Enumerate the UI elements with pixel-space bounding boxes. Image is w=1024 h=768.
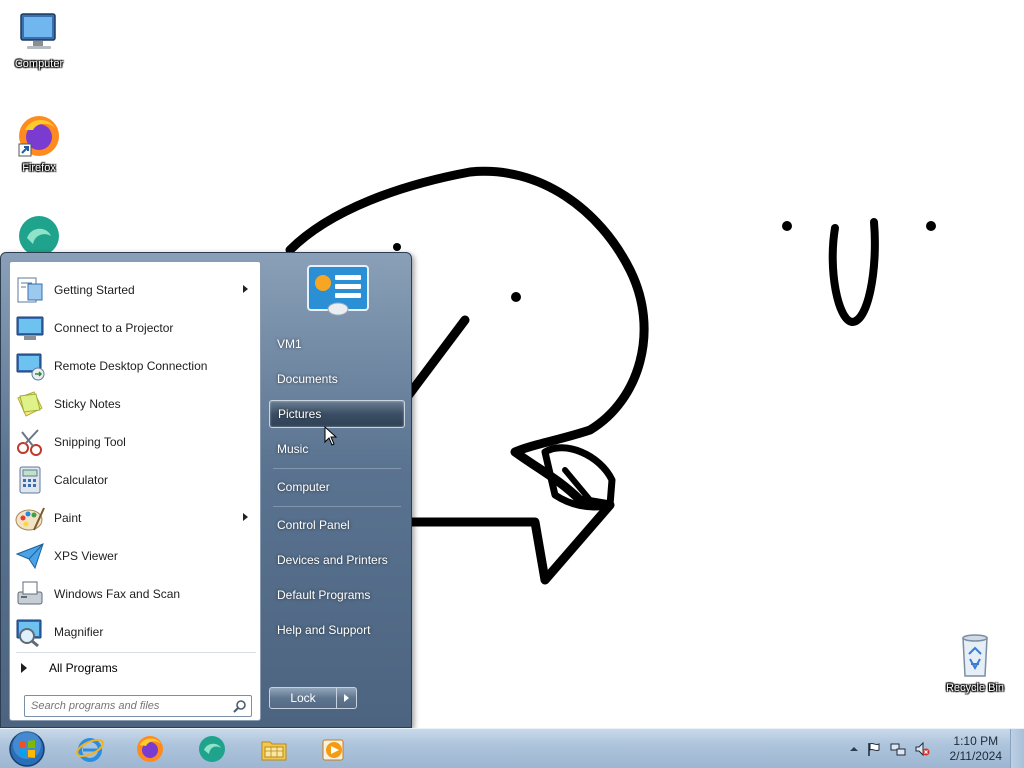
place-documents[interactable]: Documents <box>269 365 405 393</box>
program-label: XPS Viewer <box>54 549 118 563</box>
program-fax-and-scan[interactable]: Windows Fax and Scan <box>12 576 258 612</box>
media-player-icon <box>322 739 344 761</box>
program-remote-desktop[interactable]: Remote Desktop Connection <box>12 348 258 384</box>
clock-date: 2/11/2024 <box>949 749 1003 763</box>
start-button[interactable] <box>6 730 48 768</box>
desktop-icon-label: Recycle Bin <box>945 682 1005 694</box>
magnifier-icon <box>16 619 42 648</box>
program-snipping-tool[interactable]: Snipping Tool <box>12 424 258 460</box>
program-magnifier[interactable]: Magnifier <box>12 614 258 650</box>
divider <box>273 506 401 507</box>
power-button-group: Lock <box>269 687 357 709</box>
taskbar-internet-explorer[interactable] <box>66 731 114 767</box>
place-control-panel[interactable]: Control Panel <box>269 511 405 539</box>
all-programs-label: All Programs <box>49 661 118 675</box>
place-label: Documents <box>277 372 338 386</box>
taskbar-media-player[interactable] <box>310 731 358 767</box>
all-programs-button[interactable]: All Programs <box>12 656 258 680</box>
clock-time: 1:10 PM <box>953 734 999 748</box>
place-default-programs[interactable]: Default Programs <box>269 581 405 609</box>
program-getting-started[interactable]: Getting Started <box>12 272 258 308</box>
triangle-right-icon <box>21 663 27 673</box>
place-label: Computer <box>277 480 330 494</box>
desktop-icon-label: Computer <box>14 58 64 70</box>
submenu-arrow-icon[interactable] <box>243 285 248 293</box>
place-label: Devices and Printers <box>277 553 388 567</box>
getting-started-icon <box>17 277 43 303</box>
search-box[interactable] <box>24 695 252 717</box>
lock-button[interactable]: Lock <box>269 687 337 709</box>
app-icon <box>199 736 225 762</box>
program-label: Connect to a Projector <box>54 321 174 335</box>
internet-explorer-icon <box>76 738 104 762</box>
program-label: Getting Started <box>54 283 135 297</box>
place-pictures[interactable]: Pictures <box>269 400 405 428</box>
place-label: Control Panel <box>277 518 350 532</box>
programs-pane: Getting Started Connect to a Projector R… <box>9 261 261 721</box>
taskbar-app[interactable] <box>188 731 236 767</box>
paint-icon <box>15 507 45 531</box>
desktop-icon-firefox[interactable]: Firefox <box>3 112 75 174</box>
fax-scan-icon <box>17 581 43 605</box>
power-options-arrow-button[interactable] <box>337 687 357 709</box>
taskbar-firefox[interactable] <box>126 731 174 767</box>
place-label: Pictures <box>278 407 322 421</box>
clock[interactable]: 1:10 PM 2/11/2024 <box>950 734 1003 764</box>
xps-viewer-icon <box>15 543 44 570</box>
place-label: Default Programs <box>277 588 371 602</box>
taskbar: 1:10 PM 2/11/2024 <box>0 728 1024 768</box>
program-connect-to-projector[interactable]: Connect to a Projector <box>12 310 258 346</box>
place-help-and-support[interactable]: Help and Support <box>269 616 405 644</box>
program-paint[interactable]: Paint <box>12 500 258 536</box>
program-label: Paint <box>54 511 82 525</box>
remote-desktop-icon <box>16 353 45 381</box>
search-icon[interactable] <box>233 699 247 713</box>
file-explorer-icon <box>261 741 287 761</box>
program-sticky-notes[interactable]: Sticky Notes <box>12 386 258 422</box>
search-input[interactable] <box>25 696 221 716</box>
places-pane: VM1 Documents Pictures Music Computer Co… <box>263 253 413 729</box>
firefox-icon <box>137 736 163 762</box>
program-label: Remote Desktop Connection <box>54 359 208 373</box>
calculator-icon <box>19 466 41 494</box>
program-label: Windows Fax and Scan <box>54 587 181 601</box>
submenu-arrow-icon[interactable] <box>243 513 248 521</box>
sticky-notes-icon <box>17 391 43 417</box>
taskbar-file-explorer[interactable] <box>250 731 298 767</box>
place-devices-and-printers[interactable]: Devices and Printers <box>269 546 405 574</box>
place-label: Music <box>277 442 309 456</box>
program-label: Magnifier <box>54 625 104 639</box>
volume-muted-icon[interactable] <box>914 741 930 757</box>
program-xps-viewer[interactable]: XPS Viewer <box>12 538 258 574</box>
recycle-bin-icon <box>962 634 988 677</box>
divider <box>273 468 401 469</box>
action-center-flag-icon[interactable] <box>866 741 882 757</box>
projector-icon <box>16 316 44 340</box>
program-label: Snipping Tool <box>54 435 126 449</box>
show-hidden-icons-icon[interactable] <box>846 741 862 757</box>
place-computer[interactable]: Computer <box>269 473 405 501</box>
desktop-icon-label: Firefox <box>22 162 56 174</box>
show-desktop-button[interactable] <box>1010 729 1024 768</box>
program-label: Sticky Notes <box>54 397 121 411</box>
divider <box>16 652 256 653</box>
network-icon[interactable] <box>890 741 906 757</box>
desktop-icon-recycle-bin[interactable]: Recycle Bin <box>939 632 1011 694</box>
firefox-icon <box>18 116 59 157</box>
place-label: VM1 <box>277 337 302 351</box>
user-picture-icon <box>307 265 369 316</box>
program-label: Calculator <box>54 473 109 487</box>
notification-area: 1:10 PM 2/11/2024 <box>840 729 1024 768</box>
program-calculator[interactable]: Calculator <box>12 462 258 498</box>
snipping-tool-icon <box>17 429 42 456</box>
computer-icon <box>20 13 56 49</box>
place-user-folder[interactable]: VM1 <box>269 330 405 358</box>
place-label: Help and Support <box>277 623 371 637</box>
desktop-icon-computer[interactable]: Computer <box>3 8 75 70</box>
start-menu: Getting Started Connect to a Projector R… <box>0 252 412 728</box>
place-music[interactable]: Music <box>269 435 405 463</box>
